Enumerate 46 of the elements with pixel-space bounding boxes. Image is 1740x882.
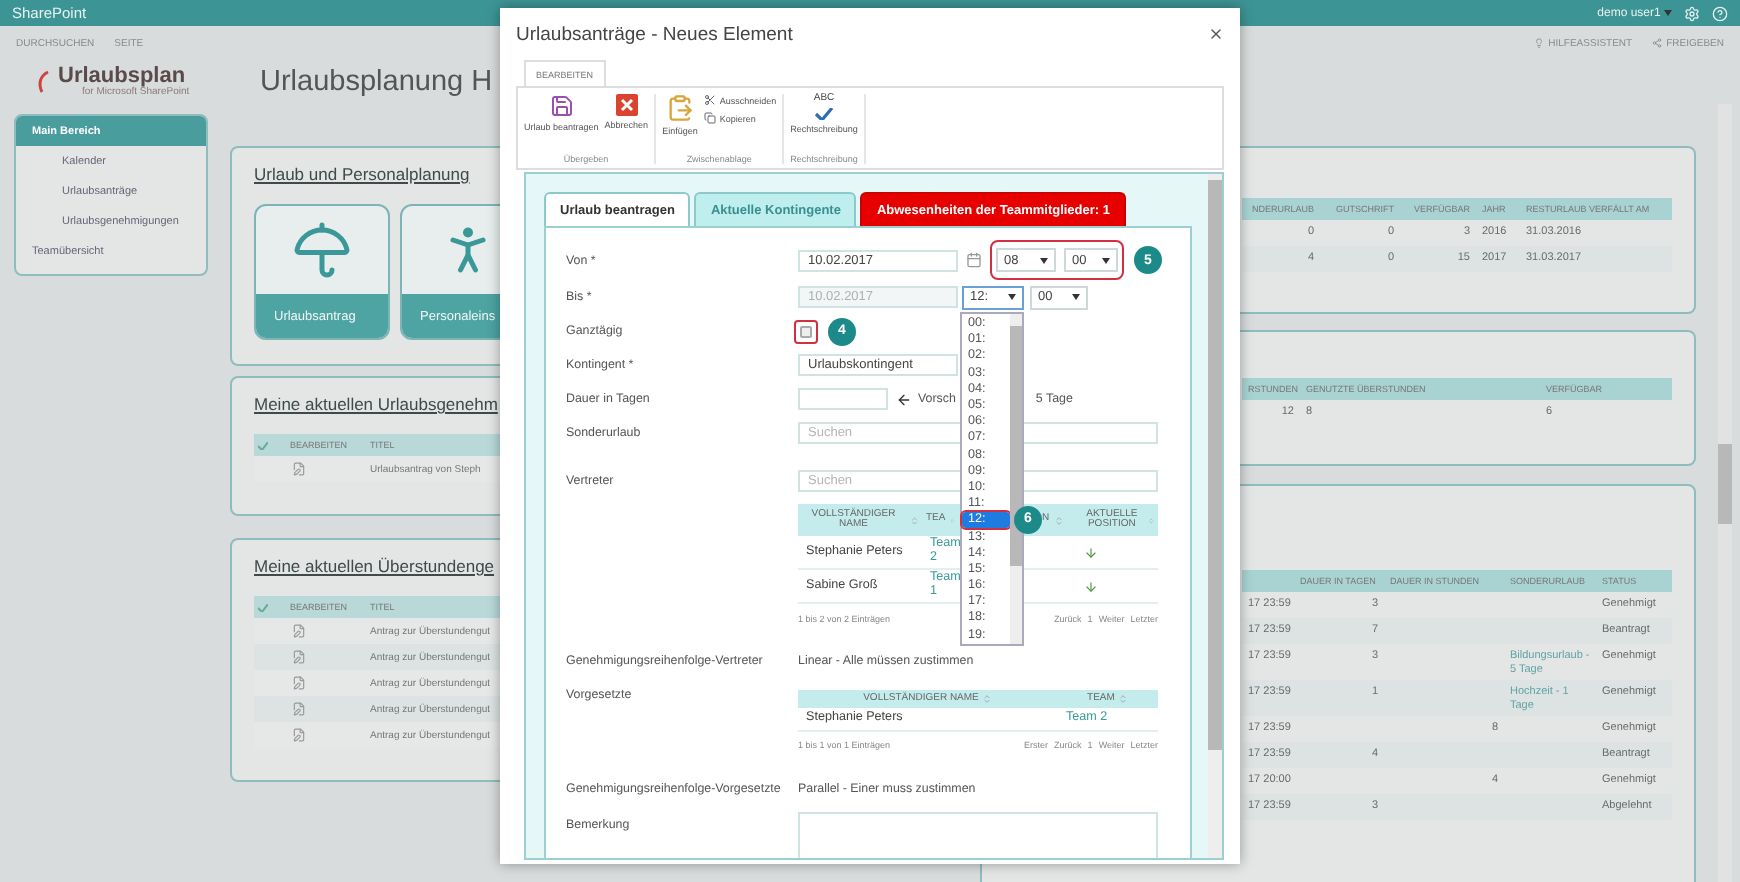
checkmark-icon [814,108,834,120]
check-icon [258,441,268,449]
copy-icon [703,112,716,124]
sort-icon[interactable] [982,694,993,704]
cancel-icon [615,94,638,116]
input-field[interactable] [798,388,888,410]
dialog-title: Urlaubsanträge - Neues Element [516,23,793,45]
scrollbar[interactable] [1718,104,1732,882]
scissors-icon [703,94,716,106]
sort-icon[interactable] [1053,515,1064,525]
card-title: Meine aktuellen Überstundenge [254,556,495,576]
help-icon[interactable] [1712,5,1728,21]
edit-icon[interactable] [292,624,306,638]
umbrella-icon [292,220,352,280]
caret-icon [1664,9,1672,15]
checkbox[interactable] [800,325,812,337]
card-title: Meine aktuellen Urlaubsgenehm [254,394,498,414]
logo-icon [36,70,52,94]
arrow-down-icon [1084,579,1098,593]
settings-icon[interactable] [1684,5,1700,21]
calendar-icon[interactable] [966,252,982,268]
edit-icon[interactable] [292,702,306,716]
clipboard-icon [665,94,694,122]
caret-icon [1102,257,1110,263]
save-icon [549,94,574,118]
caret-icon [1072,294,1080,300]
bulb-icon [1534,38,1545,48]
scrollbar[interactable] [1010,313,1022,643]
arrow-left-icon [896,391,912,407]
sort-icon[interactable] [1118,694,1129,704]
caret-icon [1008,294,1016,300]
remark-field[interactable] [798,812,1158,858]
scrollbar[interactable] [1208,174,1222,858]
share-icon [1652,38,1663,48]
logo-text: Urlaubsplan [58,66,186,88]
card-title: Urlaub und Personalplanung [254,164,470,184]
edit-icon[interactable] [292,676,306,690]
edit-icon[interactable] [292,462,306,476]
arrow-down-icon [1084,545,1098,559]
edit-icon[interactable] [292,650,306,664]
page-title: Urlaubsplanung H [260,66,493,98]
sort-icon[interactable] [909,515,918,525]
caret-icon [1040,257,1048,263]
close-button[interactable] [1208,26,1224,42]
check-icon [258,603,268,611]
edit-icon[interactable] [292,728,306,742]
